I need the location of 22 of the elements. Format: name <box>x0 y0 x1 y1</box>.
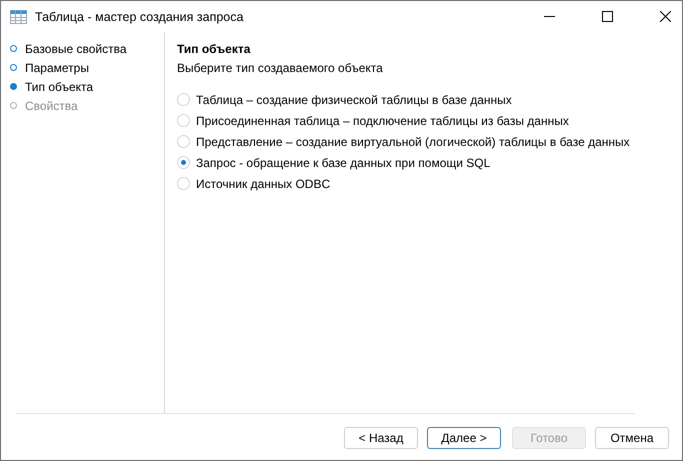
close-icon[interactable] <box>660 11 671 22</box>
radio-button[interactable] <box>177 156 190 169</box>
option-label[interactable]: Запрос - обращение к базе данных при помощи SQL <box>196 156 490 170</box>
option-label[interactable]: Представление – создание виртуальной (логической) таблицы в базе данных <box>196 134 630 148</box>
option-label[interactable]: Таблица – создание физической таблицы в базе данных <box>196 92 512 106</box>
page-heading: Тип объекта <box>177 42 252 57</box>
radio-button[interactable] <box>177 93 190 106</box>
back-button[interactable]: < Назад <box>344 427 418 449</box>
maximize-icon[interactable] <box>602 11 613 22</box>
cancel-button[interactable]: Отмена <box>595 427 669 449</box>
window-title: Таблица - мастер создания запроса <box>35 10 244 24</box>
option-label[interactable]: Источник данных ODBC <box>196 176 330 190</box>
radio-button[interactable] <box>177 177 190 190</box>
wizard-step[interactable]: Параметры <box>25 60 89 74</box>
next-button[interactable]: Далее > <box>427 427 501 449</box>
radio-button[interactable] <box>177 135 190 148</box>
wizard-step[interactable]: Базовые свойства <box>25 42 126 56</box>
option-label[interactable]: Присоединенная таблица – подключение таблицы из базы данных <box>196 114 569 128</box>
page-description: Выберите тип создаваемого объекта <box>177 61 384 76</box>
table-icon <box>10 10 27 24</box>
wizard-step[interactable]: Тип объекта <box>25 80 94 94</box>
radio-button[interactable] <box>177 114 190 127</box>
